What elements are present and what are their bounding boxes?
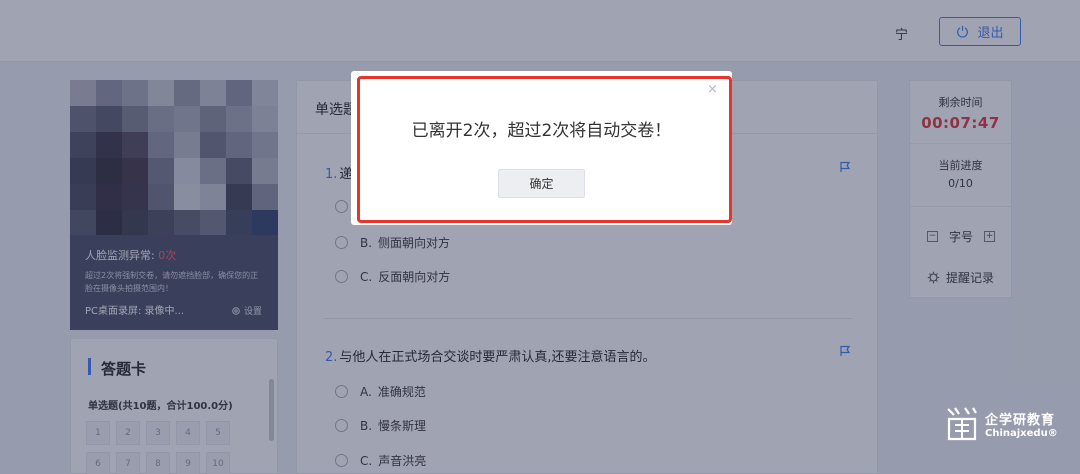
brand-name-cn: 企学研教育 [985,413,1056,428]
close-icon[interactable]: × [707,82,718,97]
dialog-message: 已离开2次，超过2次将自动交卷！ [411,121,672,141]
brand-logo [947,407,977,441]
highlight-frame [357,76,732,223]
brand-watermark: 企学研教育 Chinajxedu® [945,405,1058,443]
confirm-button[interactable]: 确定 [498,169,585,198]
brand-name-en: Chinajxedu® [985,428,1058,439]
